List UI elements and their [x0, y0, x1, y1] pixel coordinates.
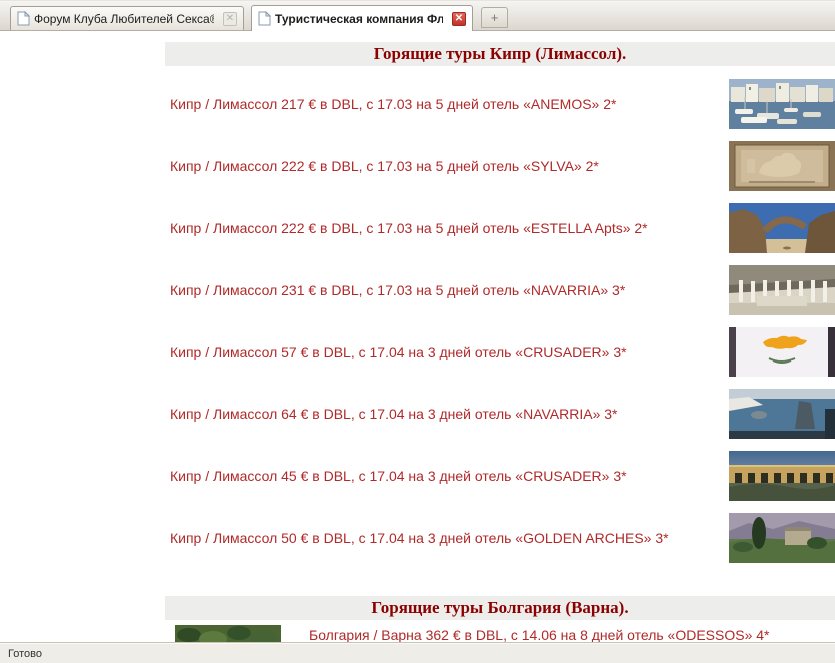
tour-row[interactable]: Кипр / Лимассол 64 € в DBL, с 17.04 на 3…	[165, 383, 835, 445]
page-content: Горящие туры Кипр (Лимассол). Кипр / Лим…	[165, 42, 835, 642]
page-viewport: Горящие туры Кипр (Лимассол). Кипр / Лим…	[0, 31, 835, 642]
tour-text: Кипр / Лимассол 222 € в DBL, с 17.03 на …	[165, 219, 729, 238]
tour-text: Кипр / Лимассол 64 € в DBL, с 17.04 на 3…	[165, 405, 729, 424]
new-tab-button[interactable]: +	[481, 7, 508, 28]
section-heading-cyprus: Горящие туры Кипр (Лимассол).	[165, 42, 835, 66]
tour-row[interactable]: Кипр / Лимассол 222 € в DBL, с 17.03 на …	[165, 197, 835, 259]
tour-photo-columns	[729, 265, 835, 315]
tour-photo-harbor	[729, 79, 835, 129]
tour-photo-sea-rocks	[729, 389, 835, 439]
tab-travel-company[interactable]: Туристическая компания Флами... ✕	[251, 5, 473, 31]
tour-photo-hillside-house	[729, 513, 835, 563]
tour-text: Кипр / Лимассол 57 € в DBL, с 17.04 на 3…	[165, 343, 729, 362]
browser-window: Форум Клуба Любителей Секса®: П... ✕ Тур…	[0, 0, 835, 663]
tour-row[interactable]: Кипр / Лимассол 217 € в DBL, с 17.03 на …	[165, 73, 835, 135]
tour-photo-aqueduct	[729, 451, 835, 501]
section-heading-bulgaria: Горящие туры Болгария (Варна).	[165, 596, 835, 620]
tour-text: Болгария / Варна 362 € в DBL, с 14.06 на…	[281, 625, 835, 642]
tour-row[interactable]: Кипр / Лимассол 222 € в DBL, с 17.03 на …	[165, 135, 835, 197]
tour-photo-green-trees	[175, 625, 281, 642]
close-tab-icon[interactable]: ✕	[223, 12, 237, 26]
tab-label: Туристическая компания Флами...	[275, 12, 443, 26]
tour-row[interactable]: Кипр / Лимассол 57 € в DBL, с 17.04 на 3…	[165, 321, 835, 383]
tour-photo-arch-ruins	[729, 203, 835, 253]
close-tab-icon[interactable]: ✕	[452, 12, 466, 26]
tour-photo-stone-relief	[729, 141, 835, 191]
tour-row[interactable]: Болгария / Варна 362 € в DBL, с 14.06 на…	[165, 625, 835, 642]
status-bar: Готово	[0, 642, 835, 663]
tour-text: Кипр / Лимассол 50 € в DBL, с 17.04 на 3…	[165, 529, 729, 548]
tab-bar: Форум Клуба Любителей Секса®: П... ✕ Тур…	[0, 1, 835, 31]
tour-row[interactable]: Кипр / Лимассол 50 € в DBL, с 17.04 на 3…	[165, 507, 835, 569]
tour-text: Кипр / Лимассол 45 € в DBL, с 17.04 на 3…	[165, 467, 729, 486]
tour-text: Кипр / Лимассол 222 € в DBL, с 17.03 на …	[165, 157, 729, 176]
tab-forum[interactable]: Форум Клуба Любителей Секса®: П... ✕	[10, 6, 244, 30]
tab-label: Форум Клуба Любителей Секса®: П...	[34, 12, 214, 26]
tour-row[interactable]: Кипр / Лимассол 231 € в DBL, с 17.03 на …	[165, 259, 835, 321]
tour-row[interactable]: Кипр / Лимассол 45 € в DBL, с 17.04 на 3…	[165, 445, 835, 507]
page-icon	[17, 11, 30, 26]
status-text: Готово	[8, 648, 42, 660]
tour-photo-cyprus-flag	[729, 327, 835, 377]
tour-text: Кипр / Лимассол 231 € в DBL, с 17.03 на …	[165, 281, 729, 300]
tour-text: Кипр / Лимассол 217 € в DBL, с 17.03 на …	[165, 95, 729, 114]
page-icon	[258, 11, 271, 26]
